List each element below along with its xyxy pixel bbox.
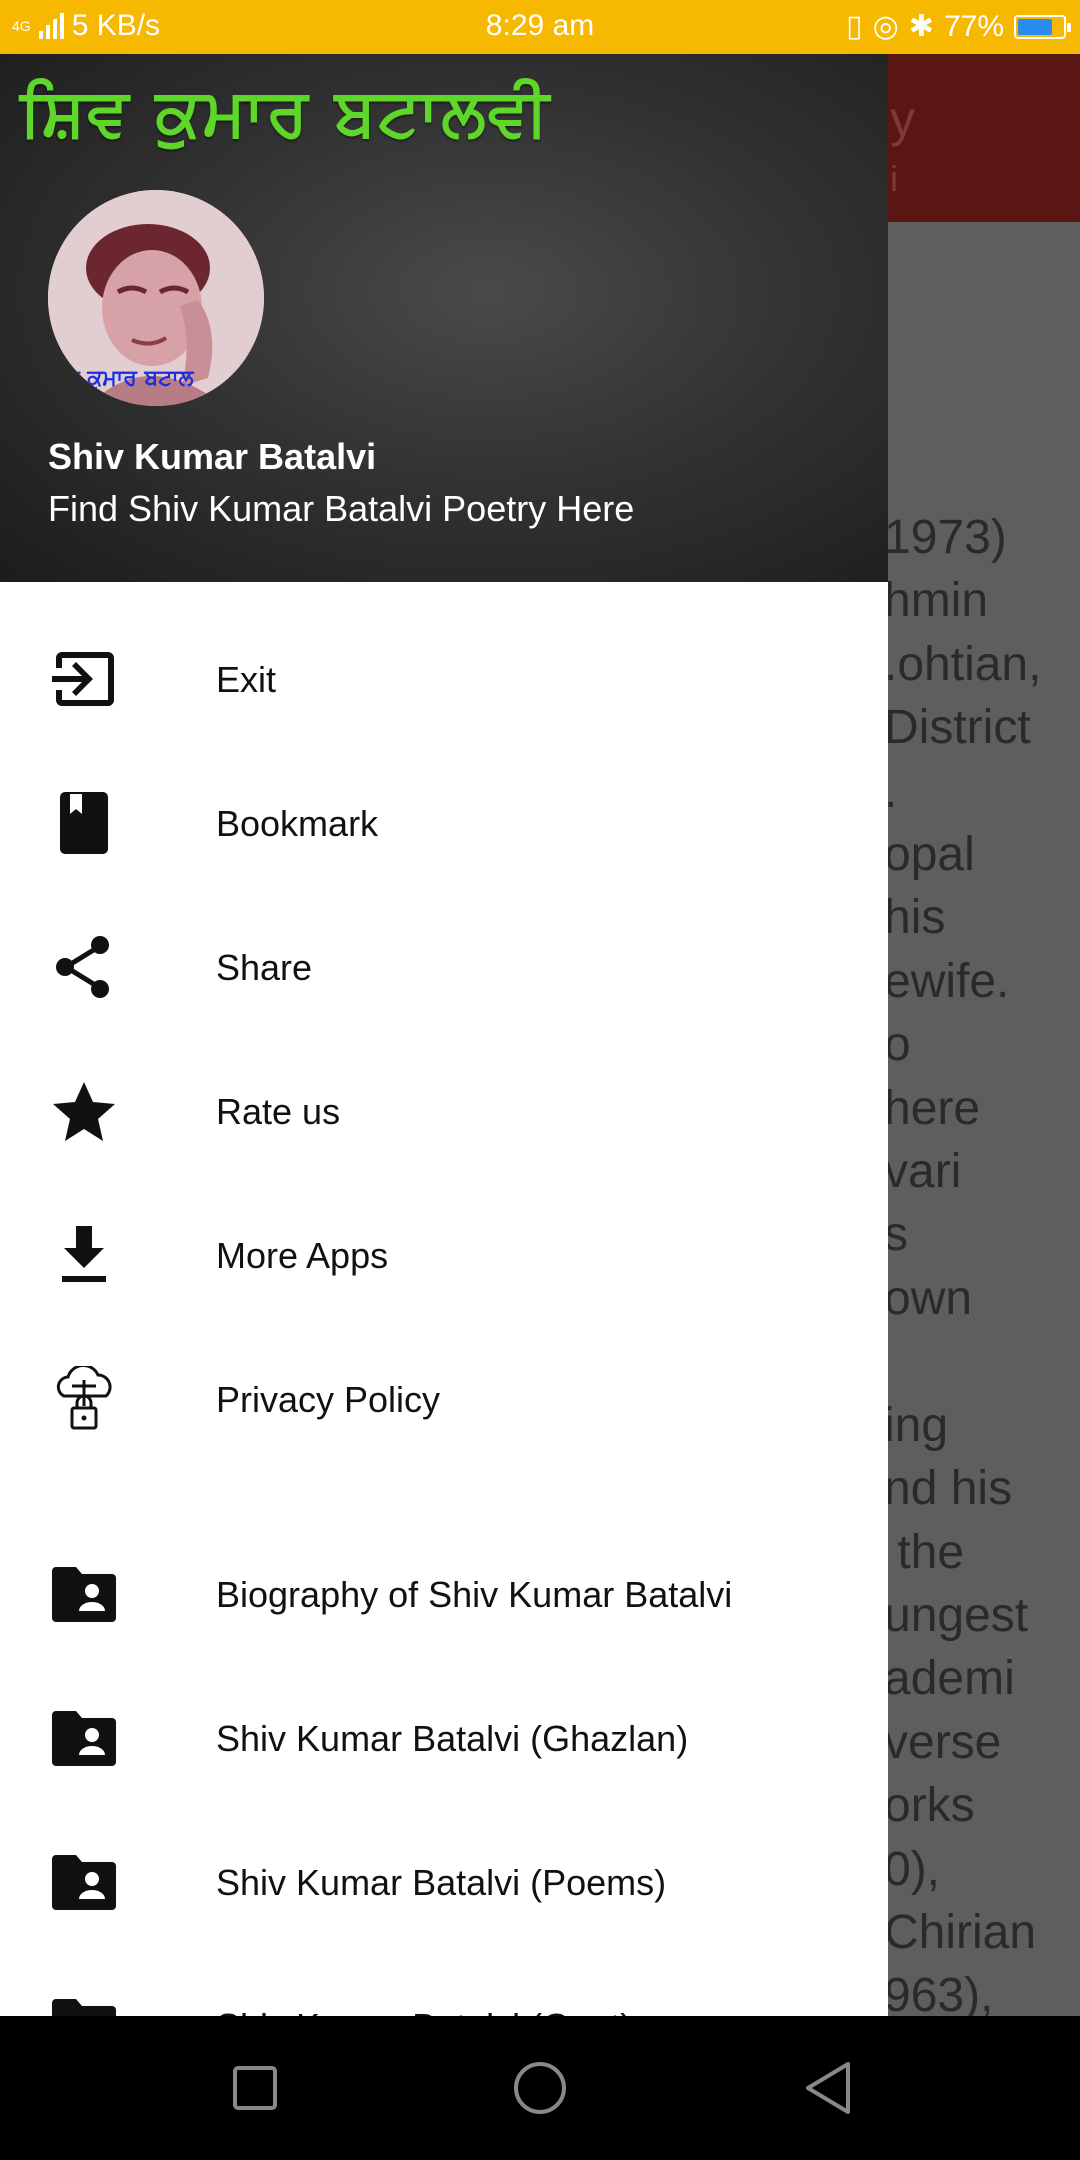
menu-item-biography[interactable]: Biography of Shiv Kumar Batalvi (0, 1521, 888, 1665)
drawer-user-subtitle: Find Shiv Kumar Batalvi Poetry Here (48, 488, 635, 529)
background-text-line: ademi (884, 1652, 1015, 1706)
clock: 8:29 am (485, 9, 595, 42)
background-article-text: 1973) hmin .ohtian, District. opal his ewife. o… (884, 506, 1080, 2028)
background-text-line: his (884, 891, 946, 945)
back-icon[interactable] (794, 2052, 866, 2124)
bookmark-icon (60, 792, 108, 854)
background-text-line: ungest (884, 1588, 1029, 1642)
share-icon (56, 936, 109, 998)
star-icon (53, 1082, 115, 1141)
download-icon (62, 1226, 106, 1282)
background-text-line: .ohtian, (884, 637, 1042, 691)
menu-item-label: Bookmark (216, 803, 379, 844)
menu-item-more-apps[interactable]: More Apps (0, 1182, 888, 1326)
menu-item-share[interactable]: Share (0, 894, 888, 1038)
background-text-line: hmin (884, 574, 989, 628)
menu-item-label: Privacy Policy (216, 1379, 441, 1420)
avatar: ਵ ਕੁਮਾਰ ਬਟਾਲ (48, 190, 264, 406)
background-text-line: nd his (884, 1462, 1013, 1516)
drawer-user-name: Shiv Kumar Batalvi (48, 436, 377, 477)
menu-item-privacy-policy[interactable]: Privacy Policy (0, 1326, 888, 1470)
menu-item-label: Shiv Kumar Batalvi (Ghazlan) (216, 1718, 689, 1759)
menu-item-label: More Apps (216, 1235, 389, 1276)
background-text-line: 0), (884, 1842, 941, 1896)
menu-item-rate-us[interactable]: Rate us (0, 1038, 888, 1182)
background-title: y (890, 91, 915, 147)
menu-item-label: Share (216, 947, 313, 988)
menu-item-label: Biography of Shiv Kumar Batalvi (216, 1574, 733, 1615)
navigation-drawer: ਸ਼ਿਵ ਕੁਮਾਰ ਬਟਾਲਵੀ ਵ ਕੁਮਾਰ ਬਟਾਲ Shiv Kuma… (0, 54, 888, 2016)
background-text-line: own (884, 1271, 973, 1325)
background-text-line: verse (884, 1715, 1002, 1769)
background-text-line: . (884, 764, 898, 818)
menu-item-label: Rate us (216, 1091, 341, 1132)
background-text-line: orks (884, 1779, 975, 1833)
background-text-line: vari (884, 1145, 962, 1199)
folder-user-icon (52, 1855, 116, 1910)
vibrate-icon: ▯ (846, 10, 863, 43)
system-nav-bar (0, 2016, 1080, 2160)
menu-item-poems[interactable]: Shiv Kumar Batalvi (Poems) (0, 1809, 888, 1953)
menu-item-geet[interactable]: Shiv Kumar Batalvi (Geet) (0, 1953, 888, 2016)
background-text-line (884, 1330, 1080, 1393)
battery-icon (1014, 14, 1071, 39)
folder-user-icon (52, 1711, 116, 1766)
recents-icon[interactable] (219, 2052, 291, 2124)
cloud-lock-icon (56, 1366, 112, 1430)
battery-percent: 77% (943, 9, 1004, 43)
background-text-line: District (884, 701, 1031, 755)
background-text-line: Chirian (884, 1905, 1037, 1959)
status-bar: 4G 5 KB/s 8:29 am ▯ ◎ ✱ 77% (0, 0, 1080, 54)
background-text-line: 1973) (884, 511, 1007, 564)
menu-item-label: Shiv Kumar Batalvi (Poems) (216, 1862, 667, 1903)
banner-title: ਸ਼ਿਵ ਕੁਮਾਰ ਬਟਾਲਵੀ (20, 74, 551, 151)
background-text-line: the (884, 1525, 965, 1579)
menu-item-ghazlan[interactable]: Shiv Kumar Batalvi (Ghazlan) (0, 1665, 888, 1809)
background-text-line: here (884, 1081, 981, 1135)
background-text-line: ewife. (884, 954, 1010, 1008)
folder-user-icon (52, 1999, 116, 2016)
exit-icon (52, 652, 114, 706)
drawer-header: ਸ਼ਿਵ ਕੁਮਾਰ ਬਟਾਲਵੀ ਵ ਕੁਮਾਰ ਬਟਾਲ Shiv Kuma… (0, 54, 888, 582)
background-text-line: ing (884, 1398, 949, 1452)
menu-item-label: Shiv Kumar Batalvi (Geet) (216, 2006, 632, 2016)
home-icon[interactable] (504, 2052, 576, 2124)
background-text-line: s (884, 1208, 908, 1262)
background-subtitle: i (890, 158, 898, 199)
rotation-lock-icon: ◎ (872, 10, 899, 43)
background-text-line: o (884, 1018, 911, 1072)
menu-item-bookmark[interactable]: Bookmark (0, 750, 888, 894)
menu-item-label: Exit (216, 659, 277, 700)
background-text-line: opal (884, 828, 975, 882)
avatar-caption: ਵ ਕੁਮਾਰ ਬਟਾਲ (66, 366, 194, 391)
bluetooth-icon: ✱ (908, 10, 934, 43)
menu-item-exit[interactable]: Exit (0, 606, 888, 750)
folder-user-icon (52, 1567, 116, 1622)
